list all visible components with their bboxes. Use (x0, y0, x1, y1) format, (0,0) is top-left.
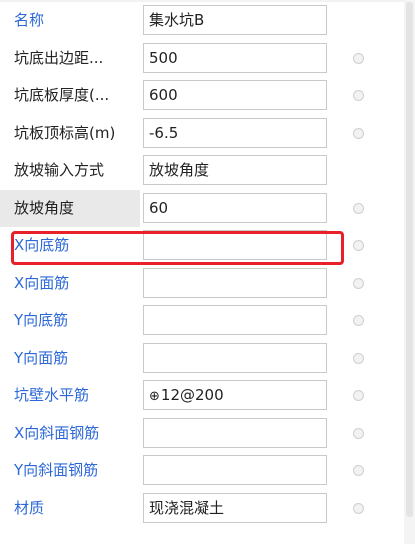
circle-toggle-icon[interactable] (353, 352, 364, 364)
property-label-y-top-rebar: Y向面筋 (14, 348, 69, 367)
circle-toggle-icon[interactable] (353, 202, 364, 214)
property-row-pit-slab-thickness: 坑底板厚度(... 600 (0, 77, 404, 115)
property-row-y-top-rebar: Y向面筋 (0, 340, 404, 378)
property-label-name: 名称 (14, 11, 45, 29)
circle-toggle-icon[interactable] (353, 315, 364, 326)
property-label-pit-slab-thickness: 坑底板厚度(... (14, 86, 110, 104)
property-label-y-bottom-rebar: Y向底筋 (14, 311, 69, 329)
scrollbar-thumb[interactable] (406, 2, 413, 517)
property-row-x-slope-rebar: X向斜面钢筋 (0, 415, 404, 453)
property-value-material[interactable]: 现浇混凝土 (143, 492, 327, 523)
property-value-pit-bottom-edge-distance[interactable]: 500 (143, 42, 327, 73)
property-label-x-bottom-rebar: X向底筋 (14, 236, 70, 254)
property-value-pit-wall-horizontal-rebar[interactable]: ⊕12@200 (143, 380, 327, 410)
circle-toggle-icon[interactable] (353, 427, 364, 439)
circle-toggle-icon[interactable] (353, 277, 364, 289)
property-label-slope-input-mode: 放坡输入方式 (14, 161, 105, 179)
property-row-slab-top-elevation: 坑板顶标高(m) -6.5 (0, 115, 404, 153)
property-label-slab-top-elevation: 坑板顶标高(m) (14, 123, 116, 142)
property-row-x-top-rebar: X向面筋 (0, 265, 404, 303)
property-label-slope-angle: 放坡角度 (0, 189, 140, 227)
property-value-y-top-rebar[interactable] (143, 342, 327, 373)
property-row-x-bottom-rebar: X向底筋 (0, 227, 404, 265)
property-row-pit-bottom-edge-distance: 坑底出边距... 500 (0, 40, 404, 78)
property-value-slab-top-elevation[interactable]: -6.5 (143, 117, 327, 148)
circle-toggle-icon[interactable] (353, 240, 364, 251)
circle-toggle-icon[interactable] (353, 390, 364, 401)
property-label-x-top-rebar: X向面筋 (14, 273, 70, 292)
property-value-y-bottom-rebar[interactable] (143, 305, 327, 335)
rebar-grade-icon: ⊕ (149, 389, 160, 404)
property-row-slope-input-mode: 放坡输入方式 放坡角度 (0, 152, 404, 190)
rebar-spec-text: 12@200 (160, 386, 224, 404)
circle-toggle-icon[interactable] (353, 502, 364, 514)
property-label-x-slope-rebar: X向斜面钢筋 (14, 423, 100, 442)
property-label-material: 材质 (14, 498, 45, 517)
property-value-x-slope-rebar[interactable] (143, 417, 327, 448)
vertical-scrollbar[interactable] (404, 0, 415, 544)
circle-toggle-icon[interactable] (353, 52, 364, 64)
property-label-pit-bottom-edge-distance: 坑底出边距... (14, 48, 104, 67)
property-value-x-bottom-rebar[interactable] (143, 230, 327, 260)
property-panel: 名称 集水坑B 坑底出边距... 500 坑底板厚度(... 600 坑板顶标高… (0, 0, 404, 544)
property-row-slope-angle: 放坡角度 60 (0, 189, 404, 227)
property-value-slope-angle[interactable]: 60 (143, 192, 327, 223)
property-value-x-top-rebar[interactable] (143, 267, 327, 298)
property-label-y-slope-rebar: Y向斜面钢筋 (14, 461, 99, 479)
circle-toggle-icon[interactable] (353, 90, 364, 101)
property-row-y-slope-rebar: Y向斜面钢筋 (0, 452, 404, 490)
property-label-pit-wall-horizontal-rebar: 坑壁水平筋 (14, 386, 90, 404)
property-row-y-bottom-rebar: Y向底筋 (0, 302, 404, 340)
property-value-y-slope-rebar[interactable] (143, 455, 327, 485)
property-row-name: 名称 集水坑B (0, 2, 404, 40)
property-value-slope-input-mode[interactable]: 放坡角度 (143, 155, 327, 185)
property-value-pit-slab-thickness[interactable]: 600 (143, 80, 327, 110)
property-value-name[interactable]: 集水坑B (143, 5, 327, 35)
circle-toggle-icon[interactable] (353, 127, 364, 139)
circle-toggle-icon[interactable] (353, 465, 364, 476)
property-row-material: 材质 现浇混凝土 (0, 490, 404, 528)
property-row-pit-wall-horizontal-rebar: 坑壁水平筋 ⊕12@200 (0, 377, 404, 415)
